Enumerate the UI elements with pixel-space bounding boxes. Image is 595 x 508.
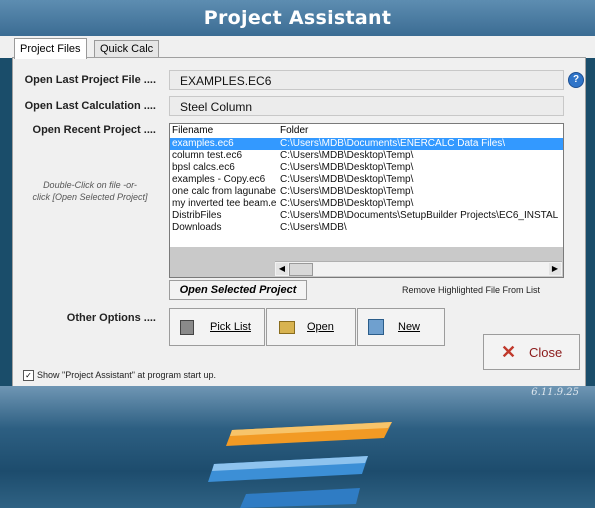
scroll-right-icon[interactable]: ▶ — [549, 263, 561, 275]
folder-icon — [279, 321, 295, 334]
table-row[interactable]: one calc from lagunabe C:\Users\MDB\Deskt… — [170, 186, 563, 198]
filename-cell: bpsl calcs.ec6 — [172, 162, 235, 173]
folder-cell: C:\Users\MDB\Desktop\Temp\ — [280, 186, 414, 197]
filename-cell: examples.ec6 — [172, 138, 234, 149]
folder-cell: C:\Users\MDB\Documents\SetupBuilder Proj… — [280, 210, 559, 221]
new-file-icon — [368, 319, 384, 335]
open-recent-label: Open Recent Project .... — [32, 124, 156, 136]
folder-cell: C:\Users\MDB\Documents\ENERCALC Data Fil… — [280, 138, 506, 149]
tab-strip: Project Files Quick Calc — [0, 36, 595, 59]
table-row[interactable]: bpsl calcs.ec6 C:\Users\MDB\Desktop\Temp\ — [170, 162, 563, 174]
filename-cell: DistribFiles — [172, 210, 222, 221]
pick-list-label: Pick List — [210, 321, 251, 333]
close-button[interactable]: ✕ Close — [483, 334, 580, 370]
horizontal-scrollbar[interactable]: ◀ ▶ — [275, 261, 562, 276]
new-button[interactable]: New — [357, 308, 445, 346]
open-last-calc-label: Open Last Calculation .... — [24, 100, 156, 112]
last-project-field[interactable]: EXAMPLES.EC6 — [169, 70, 564, 90]
tab-project-files[interactable]: Project Files — [14, 38, 87, 59]
pick-list-button[interactable]: Pick List — [169, 308, 265, 346]
table-row[interactable]: column test.ec6 C:\Users\MDB\Desktop\Temp… — [170, 150, 563, 162]
open-selected-project-button[interactable]: Open Selected Project — [169, 280, 307, 300]
filename-cell: column test.ec6 — [172, 150, 243, 161]
pick-list-icon — [180, 320, 194, 335]
table-row[interactable]: examples.ec6 C:\Users\MDB\Documents\ENERC… — [170, 138, 563, 150]
last-calc-field[interactable]: Steel Column — [169, 96, 564, 116]
remove-highlighted-link[interactable]: Remove Highlighted File From List — [402, 285, 540, 295]
table-row[interactable]: DistribFiles C:\Users\MDB\Documents\Setup… — [170, 210, 563, 222]
hint-line-1: Double-Click on file -or- — [43, 180, 137, 190]
folder-column-header[interactable]: Folder — [280, 124, 308, 137]
filename-cell: Downloads — [172, 222, 222, 233]
filename-cell: my inverted tee beam.e — [172, 198, 276, 209]
version-label: 6.11.9.25 — [531, 387, 579, 398]
filename-cell: one calc from lagunabe — [172, 186, 276, 197]
folder-cell: C:\Users\MDB\ — [280, 222, 347, 233]
tab-quick-calc[interactable]: Quick Calc — [94, 40, 160, 58]
show-at-startup-label: Show "Project Assistant" at program star… — [37, 370, 216, 380]
filename-column-header[interactable]: Filename — [172, 124, 213, 137]
folder-cell: C:\Users\MDB\Desktop\Temp\ — [280, 174, 414, 185]
list-empty-area: ◀ ▶ — [170, 247, 563, 277]
table-row[interactable]: my inverted tee beam.e C:\Users\MDB\Deskt… — [170, 198, 563, 210]
scroll-left-icon[interactable]: ◀ — [276, 263, 288, 275]
other-options-label: Other Options .... — [66, 312, 156, 324]
logo-banner — [0, 386, 595, 508]
table-row[interactable]: Downloads C:\Users\MDB\ — [170, 222, 563, 234]
project-assistant-window: Project Assistant Project Files Quick Ca… — [0, 0, 595, 508]
close-icon: ✕ — [501, 342, 517, 362]
show-at-startup-checkbox[interactable]: ✓ — [23, 370, 34, 381]
table-row[interactable]: examples - Copy.ec6 C:\Users\MDB\Desktop\… — [170, 174, 563, 186]
open-last-project-label: Open Last Project File .... — [24, 74, 156, 86]
folder-cell: C:\Users\MDB\Desktop\Temp\ — [280, 198, 414, 209]
close-label: Close — [529, 345, 563, 360]
open-label: Open — [307, 321, 334, 333]
filename-cell: examples - Copy.ec6 — [172, 174, 266, 185]
window-title: Project Assistant — [0, 0, 595, 36]
open-button[interactable]: Open — [266, 308, 356, 346]
folder-cell: C:\Users\MDB\Desktop\Temp\ — [280, 150, 414, 161]
folder-cell: C:\Users\MDB\Desktop\Temp\ — [280, 162, 414, 173]
new-label: New — [398, 321, 421, 333]
hint-line-2: click [Open Selected Project] — [32, 192, 148, 202]
scroll-thumb[interactable] — [289, 263, 313, 276]
help-icon[interactable]: ? — [568, 72, 584, 88]
recent-projects-list[interactable]: Filename Folder examples.ec6 C:\Users\MDB… — [169, 123, 564, 278]
enercalc-logo — [208, 422, 392, 508]
